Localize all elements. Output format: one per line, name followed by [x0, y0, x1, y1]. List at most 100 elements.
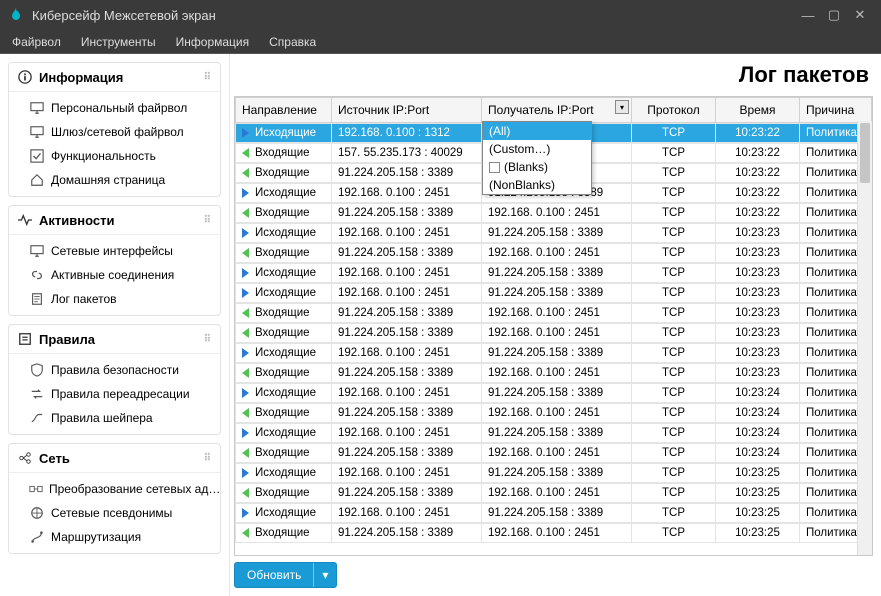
table-row[interactable]: Исходящие192.168. 0.100 : 245191.224.205… — [235, 283, 872, 303]
filter-opt-all[interactable]: (All) — [483, 122, 591, 140]
table-row[interactable]: Входящие91.224.205.158 : 3389192.168. 0.… — [235, 303, 872, 323]
table-row[interactable]: Входящие91.224.205.158 : 3389192.168. 0.… — [235, 203, 872, 223]
direction-label: Входящие — [255, 147, 310, 159]
table-row[interactable]: Входящие91.224.205.158 : 3389192.168. 0.… — [235, 443, 872, 463]
direction-label: Исходящие — [255, 427, 316, 439]
direction-label: Входящие — [255, 447, 310, 459]
table-row[interactable]: Исходящие192.168. 0.100 : 245191.224.205… — [235, 503, 872, 523]
sidebar-item[interactable]: Активные соединения — [9, 263, 220, 287]
table-row[interactable]: Исходящие192.168. 0.100 : 245191.224.205… — [235, 423, 872, 443]
col-dest[interactable]: Получатель IP:Port ▾ — [482, 98, 632, 123]
filter-dropdown: (All) (Custom…) (Blanks) (NonBlanks) — [482, 121, 592, 195]
sidebar-item[interactable]: Персональный файрвол — [9, 96, 220, 120]
titlebar: Киберсейф Межсетевой экран — ▢ ✕ — [0, 0, 881, 30]
cell-time: 10:23:25 — [716, 504, 800, 523]
maximize-button[interactable]: ▢ — [821, 5, 847, 25]
direction-label: Исходящие — [255, 267, 316, 279]
cell-time: 10:23:22 — [716, 144, 800, 163]
direction-label: Исходящие — [255, 227, 316, 239]
filter-button[interactable]: ▾ — [615, 100, 629, 114]
cell-protocol: TCP — [632, 504, 716, 523]
sidebar-item[interactable]: Шлюз/сетевой файрвол — [9, 120, 220, 144]
table-row[interactable]: Входящие91.224.205.158 : 3389192.168. 0.… — [235, 243, 872, 263]
col-source[interactable]: Источник IP:Port — [332, 98, 482, 123]
drag-handle-icon[interactable]: ⠿ — [204, 215, 212, 226]
col-protocol[interactable]: Протокол — [632, 98, 716, 123]
cell-time: 10:23:22 — [716, 184, 800, 203]
table-row[interactable]: Исходящие192.168. 0.100 : 245191.224.205… — [235, 343, 872, 363]
chevron-down-icon[interactable]: ▾ — [313, 563, 336, 587]
minimize-button[interactable]: — — [795, 5, 821, 25]
sidebar-item[interactable]: Сетевые интерфейсы — [9, 239, 220, 263]
arrow-right-icon — [242, 188, 249, 198]
table-row[interactable]: Входящие91.224.205.158 : 3389192.168. 0.… — [235, 483, 872, 503]
sidebar-item[interactable]: Правила безопасности — [9, 358, 220, 382]
arrow-left-icon — [242, 528, 249, 538]
cell-time: 10:23:25 — [716, 464, 800, 483]
menu-firewall[interactable]: Файрвол — [4, 32, 69, 52]
table-row[interactable]: Исходящие192.168. 0.100 : 245191.224.205… — [235, 463, 872, 483]
direction-label: Входящие — [255, 167, 310, 179]
table-row[interactable]: Исходящие192.168. 0.100 : 245191.224.205… — [235, 263, 872, 283]
filter-opt-blanks[interactable]: (Blanks) — [483, 158, 591, 176]
section-title: Правила — [39, 332, 95, 347]
check-icon — [29, 148, 45, 164]
sidebar-item[interactable]: Правила переадресации — [9, 382, 220, 406]
table-row[interactable]: Исходящие192.168. 0.100 : 245191.224.205… — [235, 383, 872, 403]
col-reason[interactable]: Причина — [800, 98, 872, 123]
section-header[interactable]: Правила ⠿ — [9, 325, 220, 354]
section-header[interactable]: Информация⠿ — [9, 63, 220, 92]
direction-label: Исходящие — [255, 347, 316, 359]
cell-protocol: TCP — [632, 244, 716, 263]
cell-time: 10:23:25 — [716, 524, 800, 543]
cell-time: 10:23:24 — [716, 404, 800, 423]
direction-label: Входящие — [255, 247, 310, 259]
cell-protocol: TCP — [632, 184, 716, 203]
sidebar-item[interactable]: Лог пакетов — [9, 287, 220, 311]
table-row[interactable]: Входящие91.224.205.158 : 3389192.168. 0.… — [235, 323, 872, 343]
menu-tools[interactable]: Инструменты — [73, 32, 164, 52]
col-direction[interactable]: Направление — [236, 98, 332, 123]
menu-help[interactable]: Справка — [261, 32, 324, 52]
sidebar-section: Правила ⠿ Правила безопасностиПравила пере… — [8, 324, 221, 435]
sidebar-item[interactable]: Маршрутизация — [9, 525, 220, 549]
table-row[interactable]: Исходящие192.168. 0.100 : 245191.224.205… — [235, 223, 872, 243]
sidebar-item[interactable]: Правила шейпера — [9, 406, 220, 430]
section-header[interactable]: Сеть ⠿ — [9, 444, 220, 473]
sidebar-item[interactable]: Сетевые псевдонимы — [9, 501, 220, 525]
cell-protocol: TCP — [632, 284, 716, 303]
drag-handle-icon[interactable]: ⠿ — [204, 334, 212, 345]
info-icon — [17, 69, 33, 85]
update-button[interactable]: Обновить ▾ — [234, 562, 337, 588]
filter-opt-nonblanks[interactable]: (NonBlanks) — [483, 176, 591, 194]
sidebar-item-label: Преобразование сетевых ад… — [49, 482, 220, 496]
table-row[interactable]: Входящие91.224.205.158 : 3389192.168. 0.… — [235, 523, 872, 543]
cell-dest: 192.168. 0.100 : 2451 — [482, 444, 632, 463]
sidebar-item[interactable]: Функциональность — [9, 144, 220, 168]
drag-handle-icon[interactable]: ⠿ — [204, 453, 212, 464]
section-header[interactable]: Активности⠿ — [9, 206, 220, 235]
table-row[interactable]: Входящие91.224.205.158 : 3389192.168. 0.… — [235, 403, 872, 423]
sidebar-section: Активности⠿ Сетевые интерфейсыАктивные со… — [8, 205, 221, 316]
sidebar-item[interactable]: Домашняя страница — [9, 168, 220, 192]
cell-dest: 91.224.205.158 : 3389 — [482, 224, 632, 243]
sidebar-item-label: Правила шейпера — [51, 411, 153, 425]
table-row[interactable]: Входящие91.224.205.158 : 3389192.168. 0.… — [235, 363, 872, 383]
cell-dest: 192.168. 0.100 : 2451 — [482, 484, 632, 503]
chain-icon — [29, 267, 45, 283]
menu-info[interactable]: Информация — [168, 32, 257, 52]
col-time[interactable]: Время — [716, 98, 800, 123]
arrow-right-icon — [242, 348, 249, 358]
close-button[interactable]: ✕ — [847, 5, 873, 25]
drag-handle-icon[interactable]: ⠿ — [204, 72, 212, 83]
arrow-right-icon — [242, 128, 249, 138]
vertical-scrollbar[interactable] — [857, 121, 872, 555]
section-title: Сеть — [39, 451, 70, 466]
cell-source: 91.224.205.158 : 3389 — [332, 164, 482, 183]
direction-label: Входящие — [255, 487, 310, 499]
arrow-left-icon — [242, 448, 249, 458]
sidebar-item[interactable]: Преобразование сетевых ад… — [9, 477, 220, 501]
cell-source: 192.168. 0.100 : 2451 — [332, 184, 482, 203]
filter-opt-custom[interactable]: (Custom…) — [483, 140, 591, 158]
network-icon — [17, 450, 33, 466]
